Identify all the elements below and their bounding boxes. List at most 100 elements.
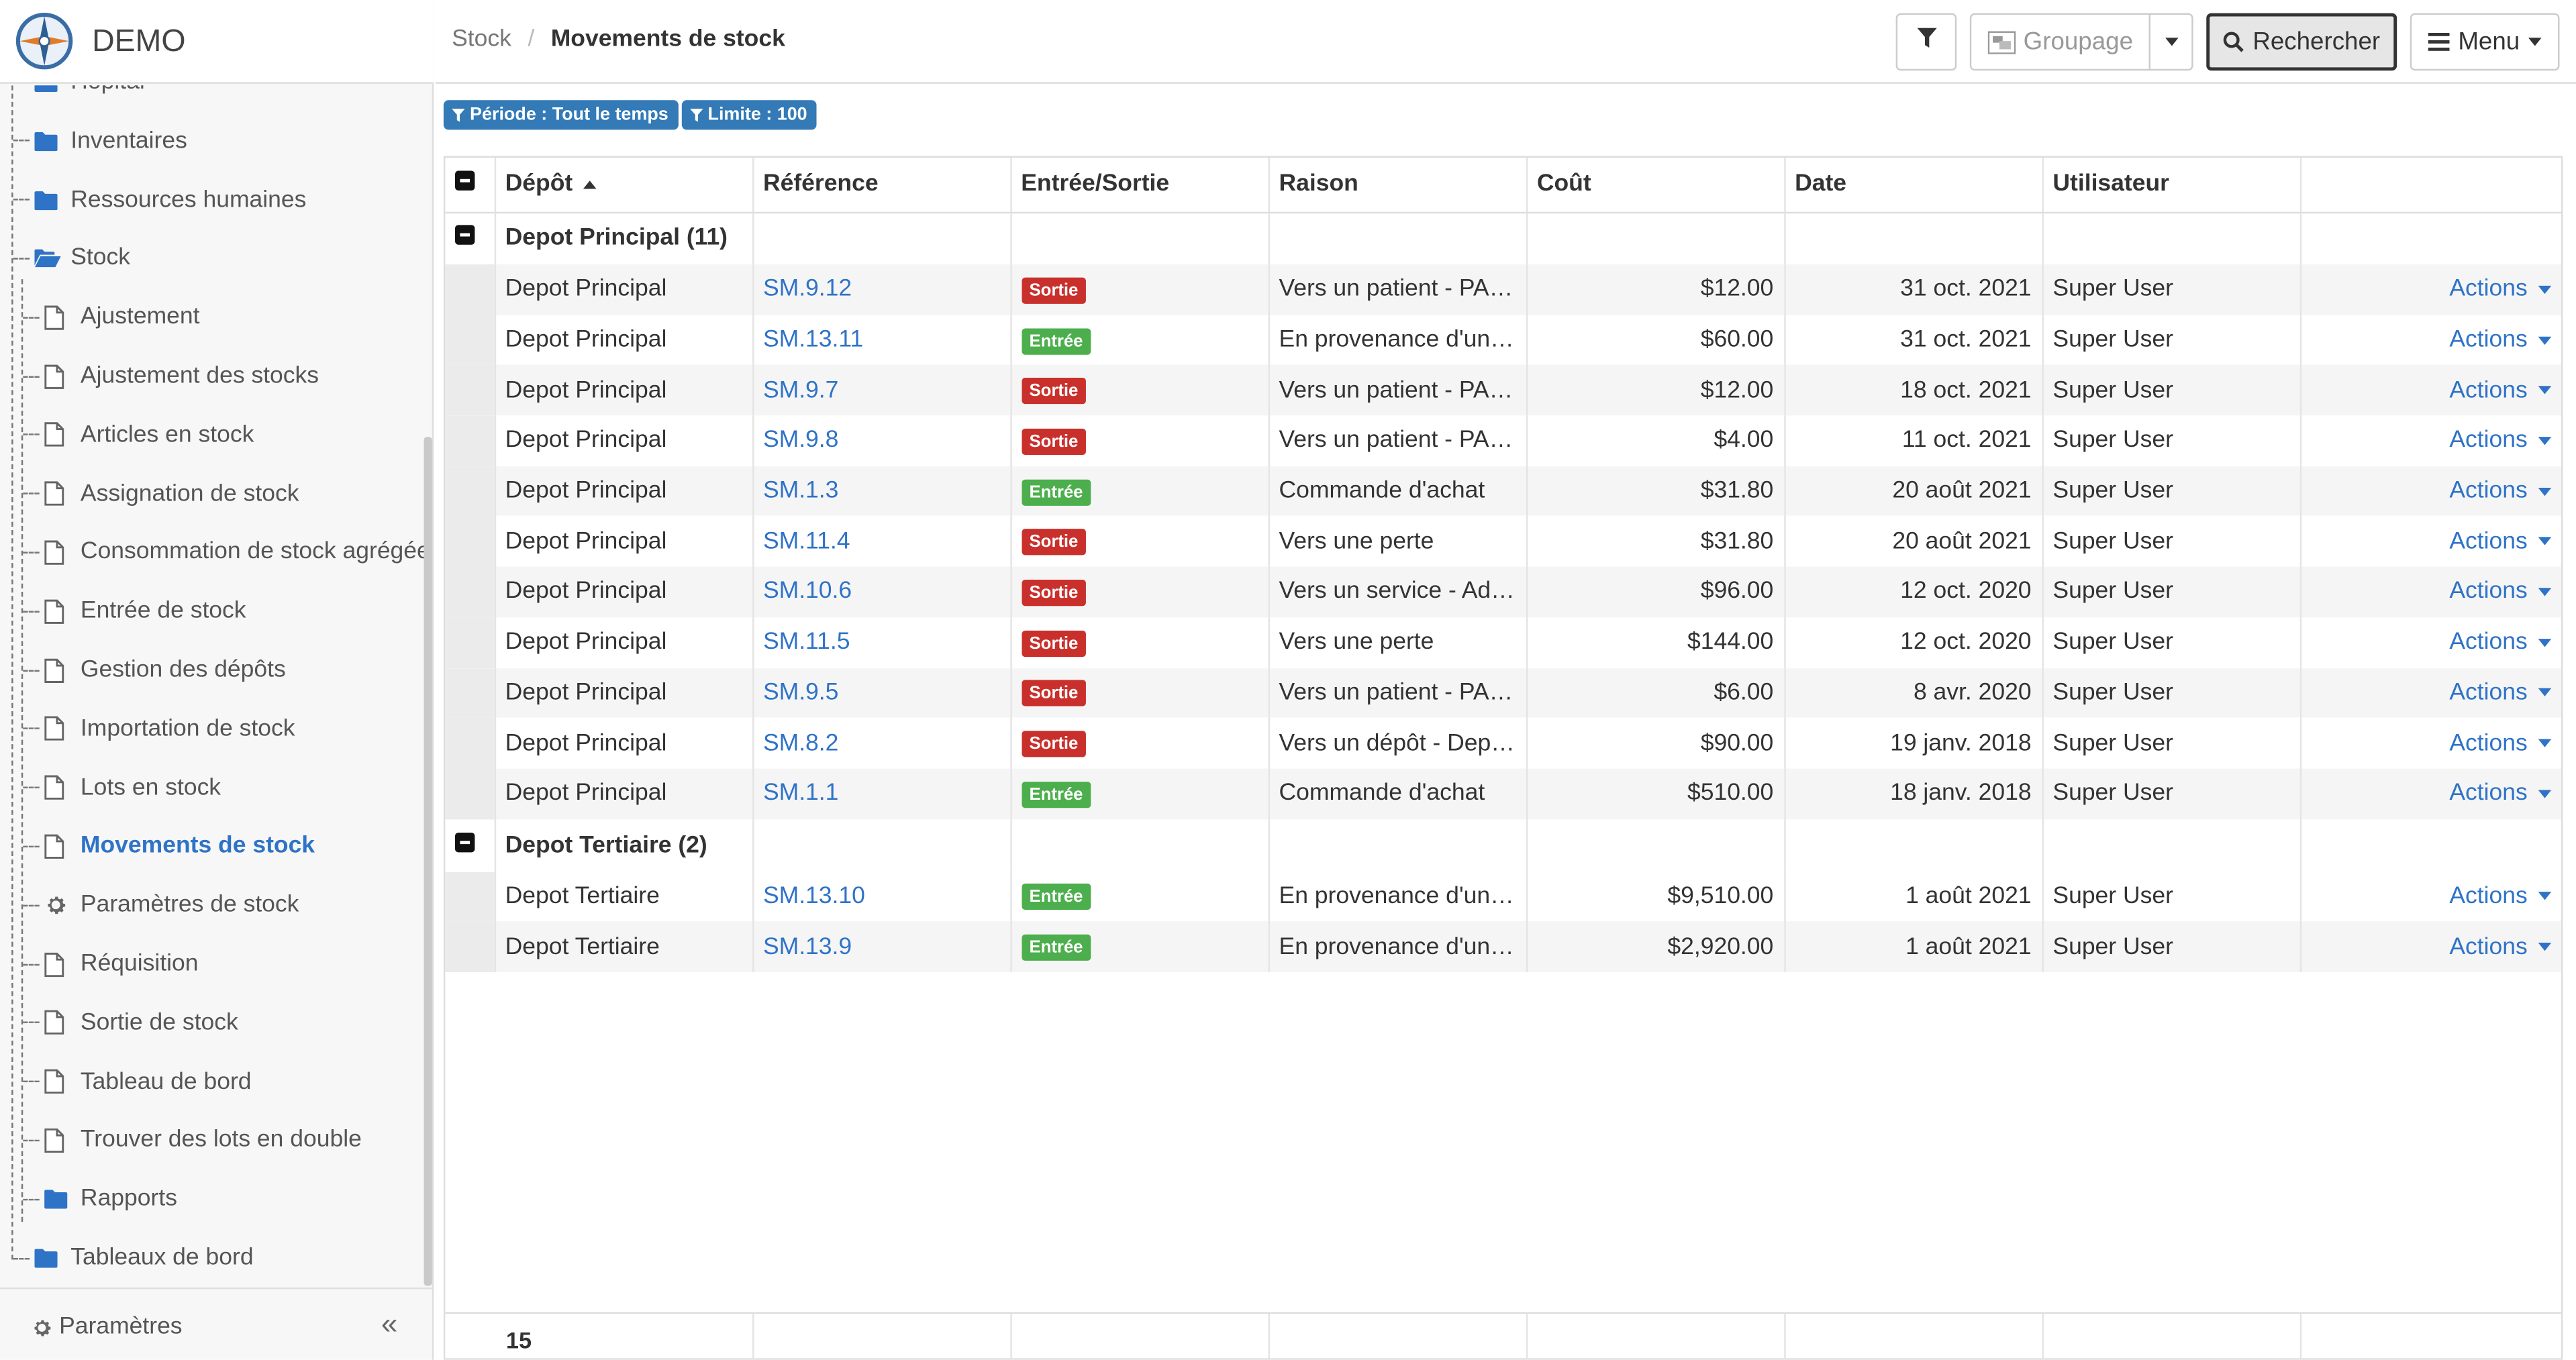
sidebar-item-ajustement-des-stocks[interactable]: Ajustement des stocks [23, 352, 319, 401]
row-select-cell[interactable] [445, 667, 495, 719]
actions-dropdown[interactable]: Actions [2311, 730, 2551, 756]
sidebar-item-parametres-de-stock[interactable]: Paramètres de stock [23, 880, 299, 929]
collapse-group-icon[interactable] [455, 225, 475, 246]
actions-dropdown[interactable]: Actions [2311, 478, 2551, 505]
settings-link[interactable]: Paramètres [32, 1314, 183, 1340]
actions-dropdown[interactable]: Actions [2311, 680, 2551, 706]
sidebar-item-ajustement[interactable]: Ajustement [23, 293, 200, 342]
reference-link[interactable]: SM.13.10 [763, 884, 865, 910]
collapse-all-icon[interactable] [455, 171, 475, 191]
table-row[interactable]: Depot Principal SM.1.3 Entrée Commande d'ac… [445, 466, 2561, 517]
reference-link[interactable]: SM.9.12 [763, 276, 852, 303]
table-row[interactable]: Depot Principal SM.9.5 Sortie Vers un patie… [445, 667, 2561, 719]
sidebar-item-rapports[interactable]: Rapports [23, 1175, 177, 1224]
filter-button[interactable] [1895, 13, 1957, 71]
group-row[interactable]: Depot Principal (11) [445, 211, 2561, 265]
sidebar-item-gestion-des-depots[interactable]: Gestion des dépôts [23, 645, 286, 694]
select-all-cell[interactable] [445, 157, 495, 213]
table-row[interactable]: Depot Principal SM.9.12 Sortie Vers un pati… [445, 264, 2561, 315]
sidebar-item-entree-de-stock[interactable]: Entrée de stock [23, 586, 246, 635]
row-select-cell[interactable] [445, 466, 495, 517]
table-row[interactable]: Depot Principal SM.10.6 Sortie Vers un serv… [445, 566, 2561, 617]
row-select-cell[interactable] [445, 566, 495, 617]
column-header-cout[interactable]: Coût [1526, 157, 1785, 213]
row-select-cell[interactable] [445, 718, 495, 769]
reference-link[interactable]: SM.1.1 [763, 780, 838, 806]
column-header-depot[interactable]: Dépôt [494, 157, 754, 213]
sidebar-item-importation-de-stock[interactable]: Importation de stock [23, 704, 295, 753]
row-select-cell[interactable] [445, 921, 495, 972]
sidebar-scrollbar[interactable] [424, 437, 432, 1286]
row-select-cell[interactable] [445, 516, 495, 567]
reference-link[interactable]: SM.1.3 [763, 478, 838, 505]
groupage-button[interactable]: Groupage [1969, 13, 2151, 71]
group-toggle-cell[interactable] [445, 211, 495, 265]
actions-dropdown[interactable]: Actions [2311, 427, 2551, 454]
collapse-group-icon[interactable] [455, 831, 475, 852]
group-toggle-cell[interactable] [445, 819, 495, 872]
breadcrumb-stock[interactable]: Stock [452, 26, 511, 52]
row-select-cell[interactable] [445, 617, 495, 668]
search-button[interactable]: Rechercher [2206, 13, 2397, 71]
table-row[interactable]: Depot Principal SM.11.5 Sortie Vers une per… [445, 617, 2561, 668]
table-row[interactable]: Depot Principal SM.8.2 Sortie Vers un dépôt… [445, 718, 2561, 769]
reference-link[interactable]: SM.11.4 [763, 529, 850, 555]
reference-link[interactable]: SM.9.8 [763, 427, 838, 454]
brand-header[interactable]: DEMO [0, 0, 434, 84]
row-select-cell[interactable] [445, 365, 495, 416]
column-header-entree-sortie[interactable]: Entrée/Sortie [1010, 157, 1269, 213]
reference-link[interactable]: SM.9.7 [763, 377, 838, 403]
table-row[interactable]: Depot Principal SM.13.11 Entrée En provenan… [445, 315, 2561, 366]
actions-dropdown[interactable]: Actions [2311, 276, 2551, 303]
sidebar-item-trouver-des-lots-en-double[interactable]: Trouver des lots en double [23, 1116, 362, 1165]
sidebar-item-tableau-de-bord[interactable]: Tableau de bord [23, 1057, 251, 1106]
row-select-cell[interactable] [445, 315, 495, 366]
table-row[interactable]: Depot Principal SM.9.7 Sortie Vers un patie… [445, 365, 2561, 416]
column-header-raison[interactable]: Raison [1268, 157, 1528, 213]
row-select-cell[interactable] [445, 768, 495, 819]
sidebar-item-consommation-de-stock-agregee[interactable]: Consommation de stock agrégée [23, 528, 424, 577]
column-header-reference[interactable]: Référence [752, 157, 1011, 213]
sidebar-item-articles-en-stock[interactable]: Articles en stock [23, 410, 254, 459]
column-header-utilisateur[interactable]: Utilisateur [2042, 157, 2301, 213]
sidebar-item-inventaires[interactable]: Inventaires [13, 116, 187, 165]
sidebar-item-ressources-humaines[interactable]: Ressources humaines [13, 175, 306, 224]
reference-link[interactable]: SM.9.5 [763, 680, 838, 706]
table-row[interactable]: Depot Principal SM.9.8 Sortie Vers un patie… [445, 415, 2561, 466]
sidebar-item-movements-de-stock[interactable]: Movements de stock [23, 822, 315, 871]
row-select-cell[interactable] [445, 264, 495, 315]
reference-link[interactable]: SM.8.2 [763, 730, 838, 756]
reference-link[interactable]: SM.13.11 [763, 327, 863, 353]
row-select-cell[interactable] [445, 871, 495, 922]
sidebar-item-assignation-de-stock[interactable]: Assignation de stock [23, 469, 299, 518]
sidebar-item-stock[interactable]: Stock [13, 234, 130, 283]
collapse-sidebar-button[interactable]: « [381, 1307, 398, 1341]
row-select-cell[interactable] [445, 415, 495, 466]
table-row[interactable]: Depot Principal SM.11.4 Sortie Vers une per… [445, 516, 2561, 567]
filter-chip-limite[interactable]: Limite : 100 [681, 100, 818, 130]
sidebar-item-sortie-de-stock[interactable]: Sortie de stock [23, 998, 238, 1047]
reference-link[interactable]: SM.13.9 [763, 934, 852, 960]
sidebar-item-lots-en-stock[interactable]: Lots en stock [23, 763, 221, 812]
actions-dropdown[interactable]: Actions [2311, 934, 2551, 960]
actions-dropdown[interactable]: Actions [2311, 377, 2551, 403]
reference-link[interactable]: SM.10.6 [763, 579, 852, 605]
table-row[interactable]: Depot Tertiaire SM.13.9 Entrée En provenanc… [445, 921, 2561, 972]
table-row[interactable]: Depot Tertiaire SM.13.10 Entrée En provenan… [445, 871, 2561, 922]
actions-dropdown[interactable]: Actions [2311, 780, 2551, 806]
actions-dropdown[interactable]: Actions [2311, 884, 2551, 910]
sidebar-item-tableaux-de-bord[interactable]: Tableaux de bord [13, 1233, 254, 1282]
actions-dropdown[interactable]: Actions [2311, 579, 2551, 605]
actions-dropdown[interactable]: Actions [2311, 327, 2551, 353]
actions-dropdown[interactable]: Actions [2311, 529, 2551, 555]
reference-link[interactable]: SM.11.5 [763, 629, 850, 656]
groupage-dropdown-toggle[interactable] [2148, 13, 2193, 71]
sidebar-item-hopital[interactable]: Hôpital [13, 85, 145, 107]
actions-dropdown[interactable]: Actions [2311, 629, 2551, 656]
menu-button[interactable]: Menu [2410, 13, 2560, 71]
filter-chip-periode[interactable]: Période : Tout le temps [443, 100, 679, 130]
sidebar-item-requisition[interactable]: Réquisition [23, 939, 199, 988]
group-row[interactable]: Depot Tertiaire (2) [445, 819, 2561, 872]
column-header-date[interactable]: Date [1784, 157, 2043, 213]
table-row[interactable]: Depot Principal SM.1.1 Entrée Commande d'ac… [445, 768, 2561, 819]
